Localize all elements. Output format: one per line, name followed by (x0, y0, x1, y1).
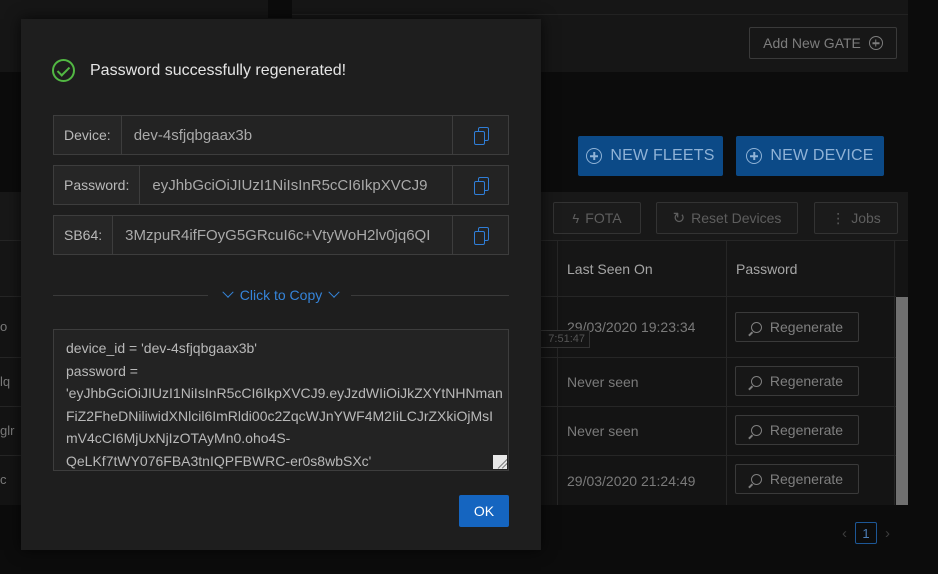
code-line: FiZ2FheDNiliwidXNlcil6ImRldi00c2ZqcWJnYW… (66, 407, 494, 424)
reset-devices-button[interactable]: ↻ Reset Devices (656, 202, 798, 234)
regenerate-button[interactable]: Regenerate (735, 415, 859, 445)
password-field: Password: eyJhbGciOiJIUzI1NiIsInR5cCI6Ik… (53, 165, 509, 205)
page-button-current[interactable]: 1 (855, 522, 877, 544)
regenerate-label: Regenerate (769, 319, 844, 335)
fota-button[interactable]: ϟ FOTA (553, 202, 641, 234)
device-label: Device: (54, 116, 122, 154)
search-icon (750, 473, 762, 485)
regenerate-label: Regenerate (769, 471, 844, 487)
bolt-icon: ϟ (572, 210, 580, 226)
new-device-button[interactable]: NEW DEVICE (736, 136, 884, 176)
device-id-fragment: glr (0, 423, 15, 438)
code-line: mV4cCI6MjUxNjIzOTAyMn0.oho4S- (66, 430, 291, 446)
ok-button[interactable]: OK (459, 495, 509, 527)
divider (53, 295, 208, 296)
regenerate-button[interactable]: Regenerate (735, 464, 859, 494)
check-circle-icon (52, 59, 75, 82)
sb64-field: SB64: 3MzpuR4ifFOyG5GRcuI6c+VtyWoH2lv0jq… (53, 215, 509, 255)
chevron-down-icon (328, 286, 340, 298)
code-line: QeLKf7tWY076FBA3tnIQPFBWRC-er0s8wbSXc' (66, 452, 372, 469)
copy-sb64-button[interactable] (452, 216, 508, 254)
pagination: ‹ 1 › (842, 522, 890, 544)
regenerate-label: Regenerate (769, 422, 844, 438)
resize-handle[interactable] (493, 455, 507, 469)
add-new-gate-label: Add New GATE (763, 35, 861, 51)
dialog-header: Password successfully regenerated! (52, 59, 346, 82)
copy-icon (473, 227, 489, 245)
chevron-down-icon (222, 286, 234, 298)
sb64-value[interactable]: 3MzpuR4ifFOyG5GRcuI6c+VtyWoH2lv0jq6QI (113, 216, 452, 254)
column-last-seen[interactable]: Last Seen On (557, 241, 653, 297)
plus-circle-icon (746, 148, 763, 164)
device-id-fragment: o (0, 319, 8, 334)
device-field: Device: dev-4sfjqbgaax3b (53, 115, 509, 155)
password-dialog: Password successfully regenerated! Devic… (21, 19, 541, 550)
search-icon (750, 375, 762, 387)
last-seen-cell: 29/03/2020 21:24:49 (567, 472, 696, 489)
column-password[interactable]: Password (726, 241, 797, 297)
regenerate-button[interactable]: Regenerate (735, 366, 859, 396)
new-fleets-button[interactable]: NEW FLEETS (578, 136, 723, 176)
copy-icon (473, 127, 489, 145)
click-to-copy-toggle[interactable]: Click to Copy (216, 285, 346, 305)
regenerate-label: Regenerate (769, 373, 844, 389)
plus-circle-icon (868, 36, 883, 50)
last-seen-cell: Never seen (567, 423, 639, 439)
device-id-fragment: c (0, 472, 7, 487)
refresh-icon: ↻ (672, 210, 686, 227)
copy-password-button[interactable] (452, 166, 508, 204)
jobs-button[interactable]: ⋮ Jobs (814, 202, 898, 234)
panel-divider (292, 14, 908, 15)
search-icon (750, 424, 762, 436)
reset-devices-label: Reset Devices (691, 210, 782, 226)
code-line: 'eyJhbGciOiJIUzI1NiIsInR5cCI6IkpXVCJ9.ey… (66, 385, 503, 401)
sb64-label: SB64: (54, 216, 114, 254)
password-value[interactable]: eyJhbGciOiJIUzI1NiIsInR5cCI6IkpXVCJ9 (140, 166, 452, 204)
divider (351, 295, 509, 296)
plus-circle-icon (586, 148, 603, 164)
click-to-copy-label: Click to Copy (239, 287, 323, 303)
copy-device-button[interactable] (452, 116, 508, 154)
copy-icon (473, 177, 489, 195)
add-new-gate-button[interactable]: Add New GATE (749, 27, 897, 59)
next-page-button[interactable]: › (885, 525, 890, 542)
code-line: device_id = 'dev-4sfjqbgaax3b' (66, 340, 257, 356)
search-icon (750, 321, 762, 333)
fota-label: FOTA (585, 210, 622, 226)
device-id-fragment: lq (0, 374, 11, 389)
more-vertical-icon: ⋮ (831, 209, 846, 226)
last-seen-cell: 29/03/2020 19:23:34 (567, 319, 696, 335)
regenerate-button[interactable]: Regenerate (735, 312, 859, 342)
credentials-textarea[interactable]: device_id = 'dev-4sfjqbgaax3b' password … (53, 329, 509, 471)
new-device-label: NEW DEVICE (770, 147, 874, 164)
password-label: Password: (54, 166, 141, 204)
last-seen-cell: Never seen (567, 374, 639, 390)
jobs-label: Jobs (851, 210, 881, 226)
scrollbar-thumb[interactable] (896, 297, 908, 505)
device-value[interactable]: dev-4sfjqbgaax3b (122, 116, 452, 154)
prev-page-button[interactable]: ‹ (842, 525, 847, 542)
dialog-title: Password successfully regenerated! (90, 61, 347, 79)
panel-gap (268, 0, 292, 18)
code-line: password = (66, 362, 138, 379)
new-fleets-label: NEW FLEETS (610, 147, 715, 164)
